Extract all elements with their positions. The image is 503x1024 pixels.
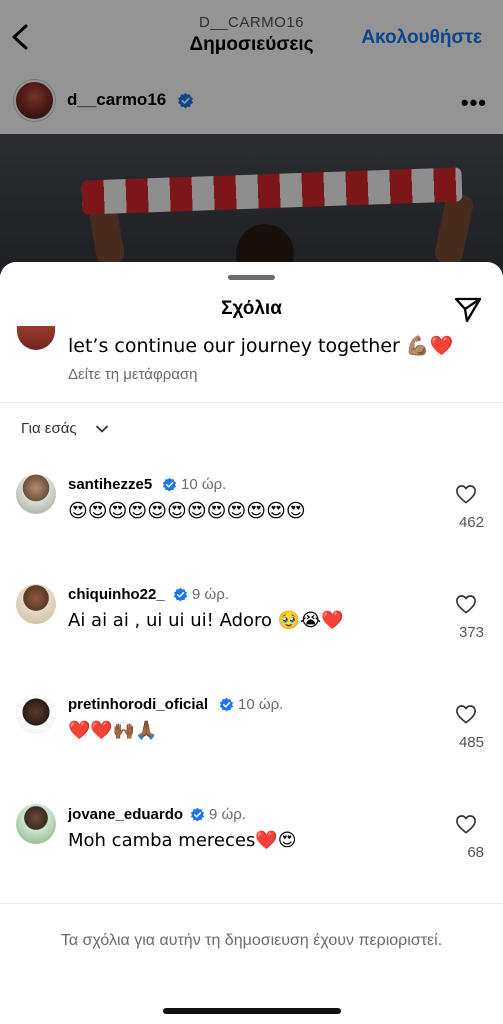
heart-icon[interactable] — [455, 704, 477, 724]
comment-item: jovane_eduardo 9 ώρ. Moh camba mereces❤️… — [0, 804, 503, 904]
comment-item: chiquinho22_ 9 ώρ. Ai ai ai , ui ui ui! … — [0, 584, 503, 684]
see-translation-link[interactable]: Δείτε τη μετάφραση — [68, 366, 198, 383]
commenter-avatar[interactable] — [16, 474, 56, 514]
comment-text: ❤️❤️🙌🏾🙏🏾 — [68, 720, 158, 741]
comment-username[interactable]: jovane_eduardo — [68, 806, 183, 823]
verified-icon — [219, 697, 234, 712]
comment-item: pretinhorodi_oficial 10 ώρ. ❤️❤️🙌🏾🙏🏾 485 — [0, 694, 503, 794]
comment-time: 10 ώρ. — [238, 696, 284, 713]
caption-avatar[interactable] — [17, 326, 55, 350]
like-count: 68 — [467, 844, 484, 861]
comment-username[interactable]: pretinhorodi_oficial — [68, 696, 208, 713]
comment-time: 9 ώρ. — [209, 806, 246, 823]
heart-icon[interactable] — [455, 814, 477, 834]
comment-filter[interactable]: Για εσάς — [21, 420, 77, 437]
commenter-avatar[interactable] — [16, 584, 56, 624]
comment-text: Moh camba mereces❤️😍 — [68, 830, 297, 851]
like-count: 462 — [458, 514, 484, 531]
chevron-down-icon[interactable] — [95, 422, 109, 436]
divider — [0, 402, 503, 403]
like-count: 485 — [458, 734, 484, 751]
comment-item: santihezze5 10 ώρ. 😍😍😍😍😍😍😍😍😍😍😍😍 462 — [0, 474, 503, 574]
home-indicator[interactable] — [163, 1008, 341, 1014]
comments-sheet: Σχόλια let’s continue our journey togeth… — [0, 262, 503, 1024]
comment-text: Ai ai ai , ui ui ui! Adoro 🥹😭❤️ — [68, 610, 344, 631]
divider — [0, 903, 503, 904]
comments-restricted-notice: Τα σχόλια για αυτήν τη δημοσιευση έχουν … — [60, 932, 443, 949]
verified-icon — [190, 807, 205, 822]
caption-text: let’s continue our journey together 💪🏽❤️ — [68, 335, 454, 357]
sheet-drag-handle[interactable] — [228, 275, 275, 280]
commenter-avatar[interactable] — [16, 804, 56, 844]
comment-username[interactable]: santihezze5 — [68, 476, 152, 493]
comment-time: 10 ώρ. — [181, 476, 227, 493]
heart-icon[interactable] — [455, 484, 477, 504]
comment-text: 😍😍😍😍😍😍😍😍😍😍😍😍 — [68, 500, 306, 522]
sheet-title: Σχόλια — [221, 298, 282, 319]
comment-time: 9 ώρ. — [192, 586, 229, 603]
send-icon[interactable] — [453, 296, 483, 324]
like-count: 373 — [458, 624, 484, 641]
heart-icon[interactable] — [455, 594, 477, 614]
verified-icon — [173, 587, 188, 602]
comment-username[interactable]: chiquinho22_ — [68, 586, 165, 603]
commenter-avatar[interactable] — [16, 694, 56, 734]
verified-icon — [162, 477, 177, 492]
